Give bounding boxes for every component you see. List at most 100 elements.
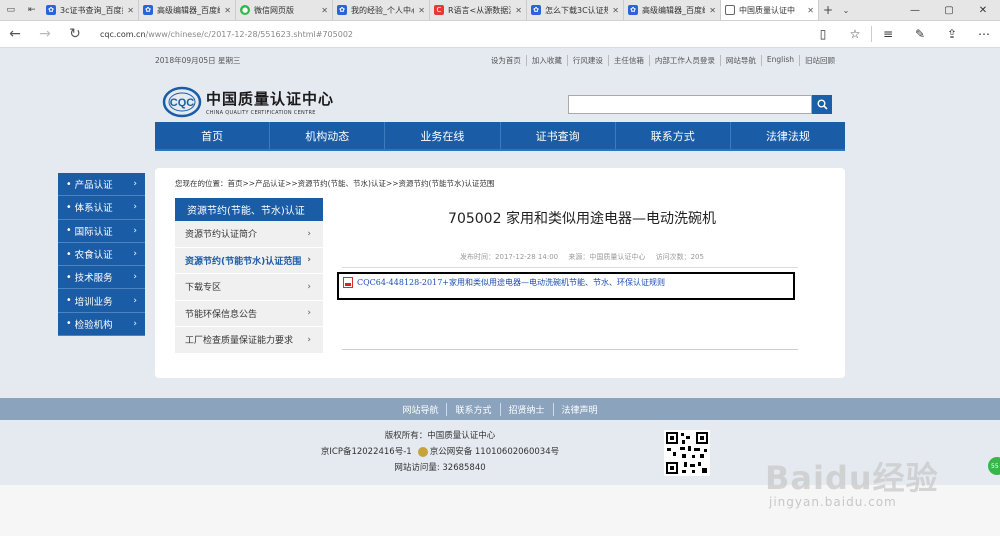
left-menu-item[interactable]: • 产品认证 › [58, 173, 145, 197]
top-link[interactable]: 行风建设 [566, 55, 608, 66]
close-window-icon[interactable]: ✕ [966, 5, 1000, 16]
nav-business[interactable]: 业务在线 [385, 122, 501, 149]
tab-preview-icon[interactable]: ▭ [6, 5, 15, 15]
browser-tab[interactable]: ✿ 怎么下载3C认证规 ✕ [527, 0, 624, 20]
chevron-right-icon: › [133, 179, 137, 190]
hub-icon[interactable]: ≡ [872, 27, 904, 41]
article-title: 705002 家用和类似用途电器—电动洗碗机 [448, 211, 716, 227]
paw-icon: ✿ [143, 5, 153, 15]
close-icon[interactable]: ✕ [224, 6, 231, 15]
nav-laws[interactable]: 法律法规 [731, 122, 845, 149]
top-utility-bar: 2018年09月05日 星期三 设为首页 加入收藏 行风建设 主任信箱 内部工作… [155, 55, 845, 67]
current-date: 2018年09月05日 星期三 [155, 56, 241, 65]
divider [342, 267, 798, 268]
url-path: /www/chinese/c/2017-12-28/551623.shtml#7… [145, 29, 353, 39]
attachment-box: CQC64-448128-2017+家用和类似用途电器—电动洗碗机节能、节水、环… [337, 272, 795, 300]
sub-menu-item[interactable]: 资源节约认证简介 › [175, 221, 323, 248]
top-link[interactable]: 内部工作人员登录 [648, 55, 720, 66]
top-link[interactable]: 设为首页 [486, 55, 526, 66]
left-menu-item[interactable]: • 国际认证 › [58, 219, 145, 243]
browser-tab[interactable]: ✿ 高级编辑器_百度经 ✕ [624, 0, 721, 20]
sub-menu-item[interactable]: 节能环保信息公告 › [175, 300, 323, 327]
browser-tab[interactable]: ✿ 我的经验_个人中心 ✕ [333, 0, 430, 20]
footer-link[interactable]: 联系方式 [446, 402, 499, 416]
maximize-icon[interactable]: ▢ [932, 5, 966, 16]
article-meta: 发布时间：2017-12-28 14:00 来源：中国质量认证中心 访问次数：2… [342, 252, 822, 262]
search-button[interactable] [812, 95, 832, 114]
browser-tab[interactable]: ✿ 高级编辑器_百度经 ✕ [139, 0, 236, 20]
favorite-star-icon[interactable]: ☆ [839, 27, 871, 41]
browser-tab-active[interactable]: 中国质量认证中 ✕ [721, 0, 819, 20]
nav-news[interactable]: 机构动态 [270, 122, 386, 149]
breadcrumb: 您现在的位置：首页>>产品认证>>资源节约(节能、节水)认证>>资源节约(节能节… [175, 179, 495, 188]
top-links: 设为首页 加入收藏 行风建设 主任信箱 内部工作人员登录 网站导航 Englis… [486, 55, 840, 66]
page-icon [725, 5, 735, 15]
sub-menu-item-active[interactable]: 资源节约(节能节水)认证范围 › [175, 247, 323, 274]
chevron-right-icon: › [307, 255, 311, 266]
attachment-link[interactable]: CQC64-448128-2017+家用和类似用途电器—电动洗碗机节能、节水、环… [357, 277, 665, 288]
new-tab-icon[interactable]: + [819, 0, 837, 20]
left-menu-item[interactable]: • 农食认证 › [58, 242, 145, 267]
url-field[interactable]: cqc.com.cn/www/chinese/c/2017-12-28/5516… [100, 30, 807, 39]
back-icon[interactable]: ← [0, 26, 30, 42]
top-link[interactable]: 加入收藏 [525, 55, 567, 66]
site-logo[interactable]: CQC 中国质量认证中心 CHINA QUALITY CERTIFICATION… [162, 85, 342, 119]
chevron-down-icon[interactable]: ⌄ [837, 0, 855, 20]
nav-contact[interactable]: 联系方式 [616, 122, 731, 149]
sub-menu-item[interactable]: 工厂检查质量保证能力要求 › [175, 327, 323, 354]
refresh-icon[interactable]: ↻ [60, 26, 90, 42]
close-icon[interactable]: ✕ [807, 6, 814, 15]
police-record[interactable]: 京公网安备 11010602060034号 [417, 444, 559, 460]
share-icon[interactable]: ⇪ [936, 27, 968, 41]
close-icon[interactable]: ✕ [612, 6, 619, 15]
left-menu-item[interactable]: • 检验机构 › [58, 312, 145, 337]
nav-home[interactable]: 首页 [155, 122, 271, 149]
browser-tab[interactable]: ✿ 3c证书查询_百度搜 ✕ [42, 0, 139, 20]
main-navigation: 首页 机构动态 业务在线 证书查询 联系方式 法律法规 [155, 122, 845, 151]
close-icon[interactable]: ✕ [709, 6, 716, 15]
top-link[interactable]: 旧站回顾 [799, 55, 840, 66]
search-icon [817, 99, 828, 110]
minimize-icon[interactable]: — [898, 5, 932, 16]
footer-link[interactable]: 网站导航 [394, 403, 446, 416]
footer-link[interactable]: 法律声明 [552, 402, 606, 416]
left-menu-item[interactable]: • 培训业务 › [58, 289, 145, 313]
browser-tab[interactable]: C R语言<从源数据流 ✕ [430, 0, 527, 20]
logo-subtitle: CHINA QUALITY CERTIFICATION CENTRE [206, 110, 316, 116]
chevron-right-icon: › [133, 272, 137, 283]
chevron-right-icon: › [133, 225, 137, 236]
tab-controls: ▭ ⇤ [0, 0, 42, 20]
sub-menu-item[interactable]: 下载专区 › [175, 274, 323, 301]
left-menu-item[interactable]: • 体系认证 › [58, 196, 145, 220]
browser-tab[interactable]: ● 微信网页版 ✕ [236, 0, 333, 20]
search-input[interactable] [568, 95, 812, 114]
tab-back-icon[interactable]: ⇤ [28, 5, 36, 15]
copyright: 版权所有：中国质量认证中心 [384, 431, 496, 441]
chevron-right-icon: › [307, 281, 311, 292]
logo-text: 中国质量认证中心 CHINA QUALITY CERTIFICATION CEN… [206, 88, 334, 116]
chevron-right-icon: › [307, 308, 311, 319]
nav-certificate-query[interactable]: 证书查询 [501, 122, 616, 149]
paw-icon: ✿ [531, 5, 541, 15]
more-icon[interactable]: ⋯ [968, 27, 1000, 41]
icp-number[interactable]: 京ICP备12022416号-1 [321, 444, 412, 460]
pen-icon[interactable]: ✎ [904, 27, 936, 41]
left-menu-item[interactable]: • 技术服务 › [58, 266, 145, 290]
divider [342, 349, 798, 350]
close-icon[interactable]: ✕ [127, 6, 134, 15]
footer-link[interactable]: 招贤纳士 [499, 402, 553, 416]
close-icon[interactable]: ✕ [515, 6, 522, 15]
forward-icon[interactable]: → [30, 26, 60, 42]
window-controls: — ▢ ✕ [898, 0, 1000, 20]
top-link[interactable]: 主任信箱 [607, 55, 649, 66]
web-page: 2018年09月05日 星期三 设为首页 加入收藏 行风建设 主任信箱 内部工作… [0, 48, 1000, 536]
floating-badge-icon[interactable]: 55 [988, 457, 1000, 475]
close-icon[interactable]: ✕ [418, 6, 425, 15]
paw-icon: ✿ [628, 5, 638, 15]
reading-view-icon[interactable]: ▯ [807, 27, 839, 41]
close-icon[interactable]: ✕ [321, 6, 328, 15]
paw-icon: ✿ [46, 5, 56, 15]
top-link[interactable]: English [760, 55, 799, 66]
page-bottom-area [0, 485, 1000, 536]
top-link[interactable]: 网站导航 [719, 55, 761, 66]
